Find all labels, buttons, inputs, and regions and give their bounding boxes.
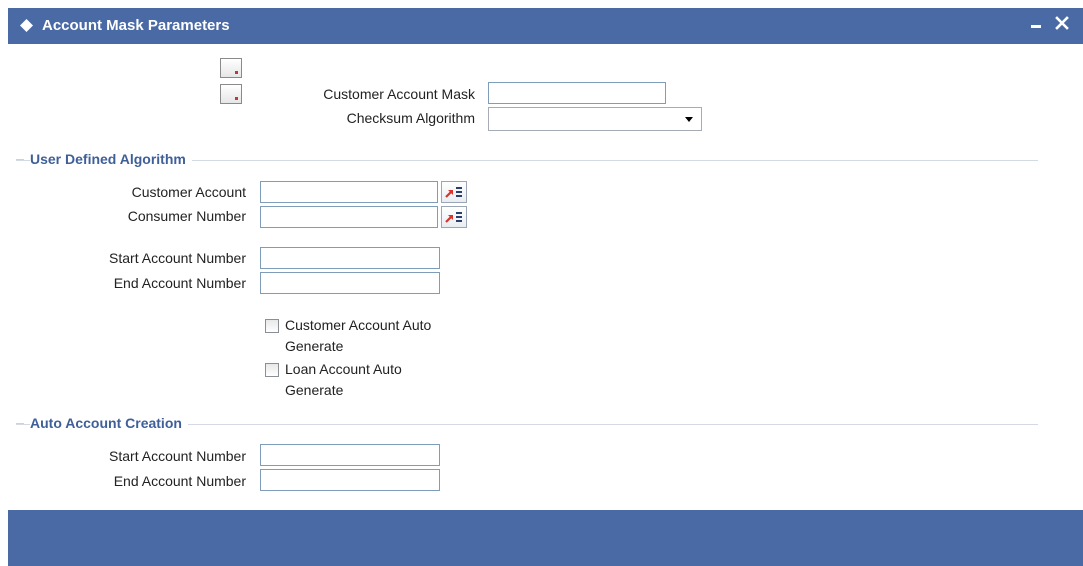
auto-account-creation-section-header: Auto Account Creation <box>16 415 1038 433</box>
title-bar: Account Mask Parameters <box>8 8 1083 44</box>
customer-account-auto-generate-label: Customer Account Auto Generate <box>285 317 432 354</box>
customer-account-label: Customer Account <box>131 184 246 200</box>
consumer-number-lov-button[interactable] <box>441 206 467 228</box>
loan-account-auto-generate-label: Loan Account Auto Generate <box>285 361 402 398</box>
aac-start-account-number-label: Start Account Number <box>109 448 246 464</box>
user-defined-algorithm-title: User Defined Algorithm <box>30 151 192 167</box>
consumer-number-label: Consumer Number <box>127 208 246 224</box>
consumer-number-input[interactable] <box>260 206 438 228</box>
section-dash <box>16 159 24 160</box>
loan-account-auto-generate-checkbox[interactable] <box>265 363 279 377</box>
document-icon-button-1[interactable] <box>220 58 242 78</box>
uda-start-account-number-label: Start Account Number <box>109 250 246 266</box>
chevron-down-icon <box>685 117 693 122</box>
customer-account-input[interactable] <box>260 181 438 203</box>
minimize-button[interactable] <box>1025 12 1047 36</box>
uda-end-account-number-input[interactable] <box>260 272 440 294</box>
diamond-icon <box>20 19 33 32</box>
footer-bar <box>8 510 1083 566</box>
document-icon-button-2[interactable] <box>220 84 242 104</box>
checksum-algorithm-select[interactable] <box>488 107 702 131</box>
customer-account-mask-input[interactable] <box>488 82 666 104</box>
aac-end-account-number-label: End Account Number <box>113 473 246 489</box>
close-icon <box>1055 16 1069 30</box>
window-title: Account Mask Parameters <box>42 17 230 34</box>
customer-account-lov-button[interactable] <box>441 181 467 203</box>
checksum-algorithm-label: Checksum Algorithm <box>346 110 475 126</box>
close-button[interactable] <box>1051 12 1073 36</box>
aac-end-account-number-input[interactable] <box>260 469 440 491</box>
customer-account-auto-generate-checkbox[interactable] <box>265 319 279 333</box>
aac-start-account-number-input[interactable] <box>260 444 440 466</box>
minimize-icon <box>1031 25 1041 28</box>
list-of-values-icon <box>445 187 462 198</box>
account-mask-parameters-window: Account Mask Parameters Customer Account… <box>0 0 1083 566</box>
uda-start-account-number-input[interactable] <box>260 247 440 269</box>
user-defined-algorithm-section-header: User Defined Algorithm <box>16 151 1038 169</box>
customer-account-mask-label: Customer Account Mask <box>323 86 475 102</box>
section-dash <box>16 423 24 424</box>
list-of-values-icon <box>445 212 462 223</box>
auto-account-creation-title: Auto Account Creation <box>30 415 188 431</box>
uda-end-account-number-label: End Account Number <box>113 275 246 291</box>
